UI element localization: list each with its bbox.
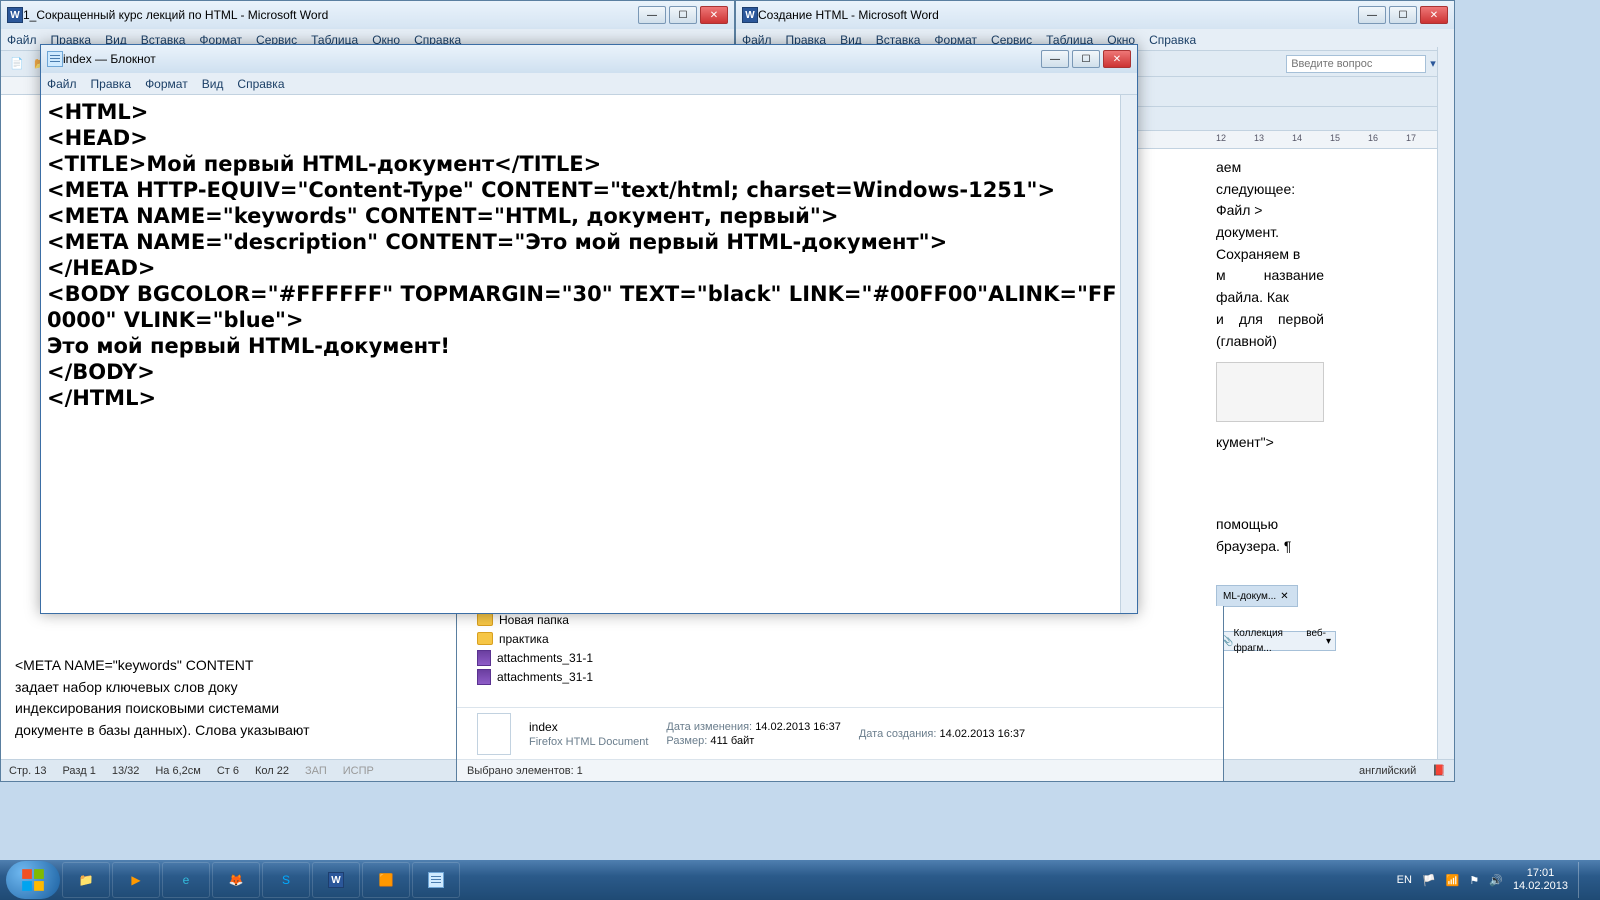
taskbar-wmplayer[interactable]: ▶ xyxy=(112,862,160,898)
ruler-tick: 12 xyxy=(1216,133,1226,143)
tray-language[interactable]: EN xyxy=(1397,874,1412,886)
list-item[interactable]: практика xyxy=(477,629,1203,648)
close-button[interactable]: ✕ xyxy=(1420,6,1448,24)
ruler-tick: 14 xyxy=(1292,133,1302,143)
notepad-menubar: Файл Правка Формат Вид Справка xyxy=(41,73,1137,95)
taskbar-ie[interactable]: e xyxy=(162,862,210,898)
minimize-button[interactable]: — xyxy=(638,6,666,24)
embedded-image xyxy=(1216,362,1324,422)
file-details-pane: index Firefox HTML Document Дата изменен… xyxy=(457,707,1223,759)
tray-clock[interactable]: 17:01 14.02.2013 xyxy=(1513,867,1568,893)
tray-flag-icon[interactable]: 🏳️ xyxy=(1422,874,1436,887)
doc-line: документ. Сохраняем в xyxy=(1216,222,1324,265)
show-desktop-button[interactable] xyxy=(1578,862,1586,898)
notepad-window: index — Блокнот — ☐ ✕ Файл Правка Формат Ви… xyxy=(40,44,1138,614)
tray-network-icon[interactable]: 📶 xyxy=(1446,874,1460,887)
doc-line: и для первой (главной) xyxy=(1216,309,1324,352)
word2-title: Создание HTML - Microsoft Word xyxy=(758,8,1358,22)
explorer-window: Новая папкапрактикаattachments_31-1attac… xyxy=(456,606,1224,782)
taskbar-app[interactable]: 🟧 xyxy=(362,862,410,898)
status-line: Ст 6 xyxy=(217,765,239,777)
menu-item-правка[interactable]: Правка xyxy=(91,77,132,91)
close-button[interactable]: ✕ xyxy=(700,6,728,24)
maximize-button[interactable]: ☐ xyxy=(1072,50,1100,68)
file-name: attachments_31-1 xyxy=(497,651,593,665)
word1-title: 1_Сокращенный курс лекций по HTML - Micr… xyxy=(23,8,638,22)
maximize-button[interactable]: ☐ xyxy=(669,6,697,24)
taskbar-word[interactable]: W xyxy=(312,862,360,898)
ruler-tick: 16 xyxy=(1368,133,1378,143)
doc-line: аем следующее: Файл > xyxy=(1216,157,1324,222)
taskbar-notepad[interactable] xyxy=(412,862,460,898)
notepad-icon xyxy=(47,51,63,67)
vertical-scrollbar[interactable] xyxy=(1437,47,1454,759)
word-icon: W xyxy=(7,7,23,23)
new-doc-icon[interactable]: 📄 xyxy=(7,54,27,74)
detail-name: index xyxy=(529,720,648,734)
menu-item-формат[interactable]: Формат xyxy=(145,77,188,91)
status-page: Стр. 13 xyxy=(9,765,46,777)
menu-item-справка[interactable]: Справка xyxy=(237,77,284,91)
file-name: attachments_31-1 xyxy=(497,670,593,684)
status-col: Кол 22 xyxy=(255,765,289,777)
status-language: английский xyxy=(1359,765,1416,777)
status-pages: 13/32 xyxy=(112,765,140,777)
tray-action-icon[interactable]: ⚑ xyxy=(1469,874,1479,887)
status-section: Разд 1 xyxy=(62,765,95,777)
list-item[interactable]: attachments_31-1 xyxy=(477,648,1203,667)
word2-titlebar[interactable]: W Создание HTML - Microsoft Word — ☐ ✕ xyxy=(736,1,1454,29)
notepad-titlebar[interactable]: index — Блокнот — ☐ ✕ xyxy=(41,45,1137,73)
minimize-button[interactable]: — xyxy=(1358,6,1386,24)
doc-line: помощью браузера. ¶ xyxy=(1216,514,1324,557)
menu-item-файл[interactable]: Файл xyxy=(47,77,77,91)
ruler-tick: 15 xyxy=(1330,133,1340,143)
start-button[interactable] xyxy=(6,861,60,899)
notepad-textarea[interactable]: <HTML> <HEAD> <TITLE>Мой первый HTML-док… xyxy=(41,95,1137,613)
ruler-tick: 13 xyxy=(1254,133,1264,143)
file-name: практика xyxy=(499,632,549,646)
file-thumbnail xyxy=(477,713,511,755)
sidepanel-header[interactable]: 📎 Коллекция веб-фрагм... ▾ xyxy=(1216,631,1336,651)
notepad-content[interactable]: <HTML> <HEAD> <TITLE>Мой первый HTML-док… xyxy=(47,99,1131,411)
selection-count: Выбрано элементов: 1 xyxy=(467,765,583,777)
list-item[interactable]: attachments_31-1 xyxy=(477,667,1203,686)
file-list[interactable]: Новая папкапрактикаattachments_31-1attac… xyxy=(457,606,1223,707)
close-icon[interactable]: ✕ xyxy=(1280,589,1288,605)
archive-icon xyxy=(477,669,491,685)
menu-item-справка[interactable]: Справка xyxy=(1149,33,1196,47)
folder-icon xyxy=(477,632,493,645)
menu-item-файл[interactable]: Файл xyxy=(7,33,37,47)
spellcheck-icon[interactable]: 📕 xyxy=(1432,764,1446,777)
menu-item-вид[interactable]: Вид xyxy=(202,77,224,91)
detail-type: Firefox HTML Document xyxy=(529,736,648,748)
word1-titlebar[interactable]: W 1_Сокращенный курс лекций по HTML - Mi… xyxy=(1,1,734,29)
doc-tab[interactable]: ML-докум... ✕ xyxy=(1216,585,1298,607)
minimize-button[interactable]: — xyxy=(1041,50,1069,68)
status-flag: ЗАП xyxy=(305,765,327,777)
archive-icon xyxy=(477,650,491,666)
status-flag: ИСПР xyxy=(343,765,374,777)
doc-line: кумент"> xyxy=(1216,432,1324,454)
close-button[interactable]: ✕ xyxy=(1103,50,1131,68)
word-icon: W xyxy=(742,7,758,23)
system-tray: EN 🏳️ 📶 ⚑ 🔊 17:01 14.02.2013 xyxy=(1397,862,1594,898)
status-at: На 6,2см xyxy=(155,765,200,777)
folder-icon xyxy=(477,613,493,626)
taskbar-skype[interactable]: S xyxy=(262,862,310,898)
ruler-tick: 17 xyxy=(1406,133,1416,143)
vertical-scrollbar[interactable] xyxy=(1120,95,1137,613)
maximize-button[interactable]: ☐ xyxy=(1389,6,1417,24)
tray-volume-icon[interactable]: 🔊 xyxy=(1489,874,1503,887)
taskbar-firefox[interactable]: 🦊 xyxy=(212,862,260,898)
file-name: Новая папка xyxy=(499,613,569,627)
notepad-title: index — Блокнот xyxy=(63,52,1041,66)
taskbar-explorer[interactable]: 📁 xyxy=(62,862,110,898)
taskbar: 📁 ▶ e 🦊 S W 🟧 EN 🏳️ 📶 ⚑ 🔊 17:01 14.02.20… xyxy=(0,860,1600,900)
ask-question-box[interactable] xyxy=(1286,55,1426,73)
doc-line: м название файла. Как xyxy=(1216,265,1324,308)
windows-logo-icon xyxy=(20,867,46,893)
explorer-statusbar: Выбрано элементов: 1 xyxy=(457,759,1223,781)
